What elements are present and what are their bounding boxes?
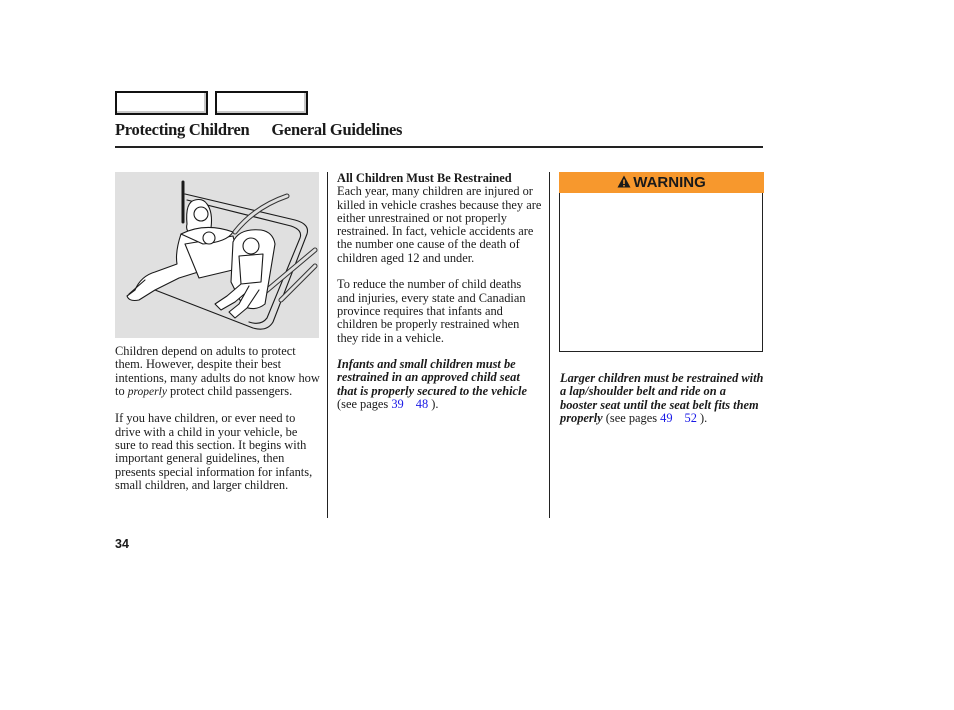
next-page-button[interactable] — [215, 91, 308, 115]
column-divider-1 — [327, 172, 329, 518]
larger-children-column: Larger children must be restrained with … — [560, 371, 765, 438]
intro-column: Children depend on adults to protect the… — [115, 344, 320, 506]
page-link-48[interactable]: 48 — [416, 397, 428, 411]
chapter-title: Protecting Children — [115, 120, 250, 139]
intro-paragraph-2: If you have children, or ever need to dr… — [115, 411, 313, 492]
restraint-column: All Children Must Be Restrained Each yea… — [337, 171, 542, 425]
child-restraint-illustration — [115, 172, 319, 338]
page-link-39[interactable]: 39 — [391, 397, 403, 411]
larger-children-paragraph: Larger children must be restrained with … — [560, 371, 764, 425]
header-rule — [115, 146, 763, 148]
section-heading: All Children Must Be Restrained — [337, 171, 512, 185]
restraint-paragraph-3: Infants and small children must be restr… — [337, 357, 527, 412]
warning-triangle-icon — [617, 175, 631, 188]
section-title: General Guidelines — [271, 120, 403, 139]
page-link-49[interactable]: 49 — [660, 411, 672, 425]
restraint-paragraph-2: To reduce the number of child deaths and… — [337, 277, 526, 345]
warning-header: WARNING — [559, 172, 764, 193]
warning-box — [559, 172, 763, 352]
page-number: 34 — [115, 537, 129, 551]
previous-page-button[interactable] — [115, 91, 208, 115]
page-link-52[interactable]: 52 — [685, 411, 697, 425]
seat-illustration-graphic — [126, 180, 318, 330]
emphasis-properly: properly — [127, 385, 167, 398]
intro-paragraph-1: Children depend on adults to protect the… — [115, 344, 320, 398]
page-header: Protecting Children General Guidelines — [115, 120, 402, 140]
column-divider-2 — [549, 172, 551, 518]
restraint-paragraph-1: Each year, many children are injured or … — [337, 184, 542, 265]
warning-label: WARNING — [633, 174, 706, 191]
